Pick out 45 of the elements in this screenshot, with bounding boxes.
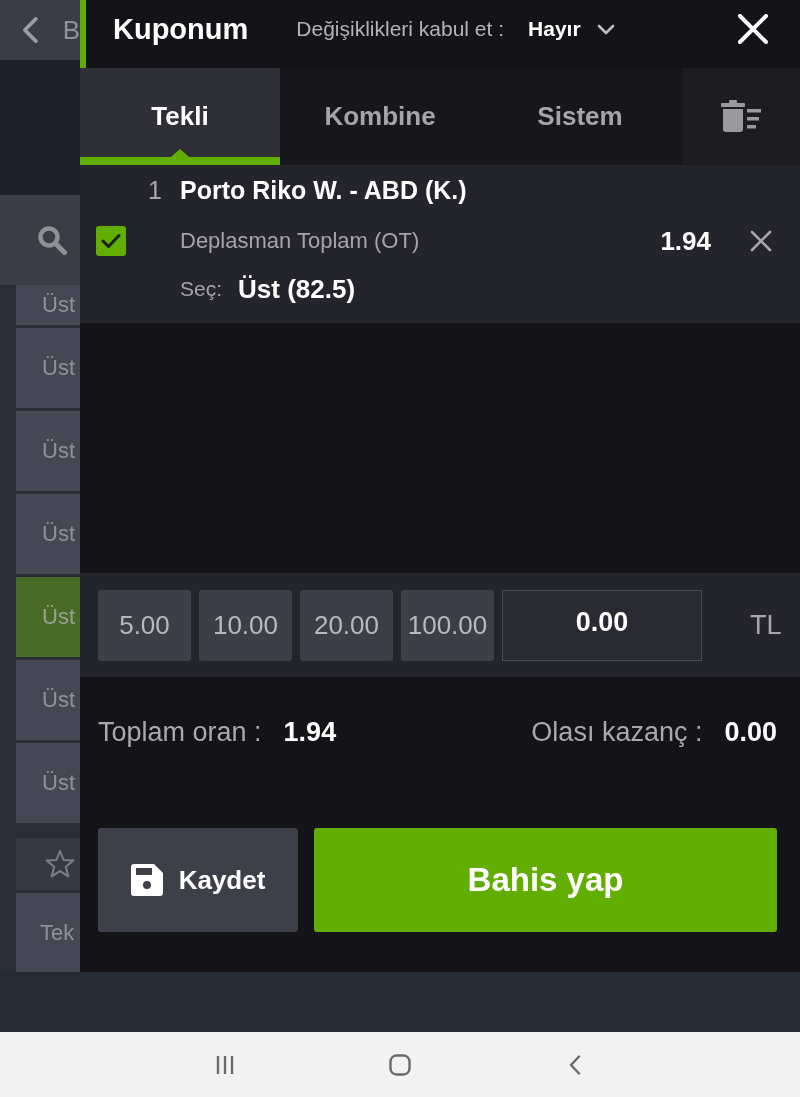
check-icon xyxy=(101,233,121,249)
clear-coupon-button[interactable] xyxy=(682,68,800,165)
bet-number: 1 xyxy=(148,175,163,205)
recent-apps-icon[interactable] xyxy=(215,1054,235,1075)
quick-stake-button[interactable]: 20.00 xyxy=(300,589,393,661)
tab[interactable]: Kombine xyxy=(280,68,480,165)
trash-icon xyxy=(721,99,761,134)
market-name: Deplasman Toplam (OT) xyxy=(180,228,420,254)
list-item[interactable]: Üst xyxy=(16,743,80,823)
search-bar[interactable] xyxy=(0,195,80,285)
list-item[interactable]: Üst xyxy=(16,494,80,574)
search-icon[interactable] xyxy=(37,225,67,255)
list-item[interactable]: Üst xyxy=(16,328,80,408)
panel-title: Kuponum xyxy=(113,12,249,46)
list-item[interactable]: Üst xyxy=(16,411,80,491)
place-bet-button[interactable]: Bahis yap xyxy=(314,828,777,932)
list-item[interactable]: Tek xyxy=(16,893,80,972)
stake-input[interactable]: 0.00 xyxy=(502,589,702,661)
match-name: Porto Riko W. - ABD (K.) xyxy=(180,175,467,205)
accept-changes-dropdown[interactable]: Hayır xyxy=(528,17,615,41)
close-icon[interactable] xyxy=(750,230,772,252)
chevron-down-icon xyxy=(596,23,615,35)
quick-stake-button[interactable]: 100.00 xyxy=(401,589,494,661)
potential-win-label: Olası kazanç : xyxy=(531,717,703,748)
list-item[interactable]: Üst xyxy=(16,285,80,325)
home-icon[interactable] xyxy=(389,1053,411,1076)
checkbox[interactable] xyxy=(96,226,126,256)
tab[interactable]: Sistem xyxy=(480,68,680,165)
odds-value: 1.94 xyxy=(660,225,711,257)
pick-value: Üst (82.5) xyxy=(238,273,356,305)
quick-stake-button[interactable]: 10.00 xyxy=(199,589,292,661)
list-item[interactable]: Üst xyxy=(16,660,80,740)
quick-stake-button[interactable]: 5.00 xyxy=(98,589,191,661)
total-odds-label: Toplam oran : xyxy=(98,717,262,748)
accept-changes-label: Değişiklikleri kabul et : xyxy=(296,17,505,41)
total-odds-value: 1.94 xyxy=(283,717,337,748)
back-icon[interactable] xyxy=(569,1054,581,1075)
currency-label: TL xyxy=(750,609,782,641)
potential-win-value: 0.00 xyxy=(724,717,777,748)
star-icon[interactable] xyxy=(45,849,75,879)
save-button[interactable]: Kaydet xyxy=(98,828,298,932)
tab[interactable]: Tekli xyxy=(80,68,280,165)
page-title: B xyxy=(62,14,80,46)
back-icon[interactable] xyxy=(22,16,39,44)
pick-label: Seç: xyxy=(180,277,223,301)
